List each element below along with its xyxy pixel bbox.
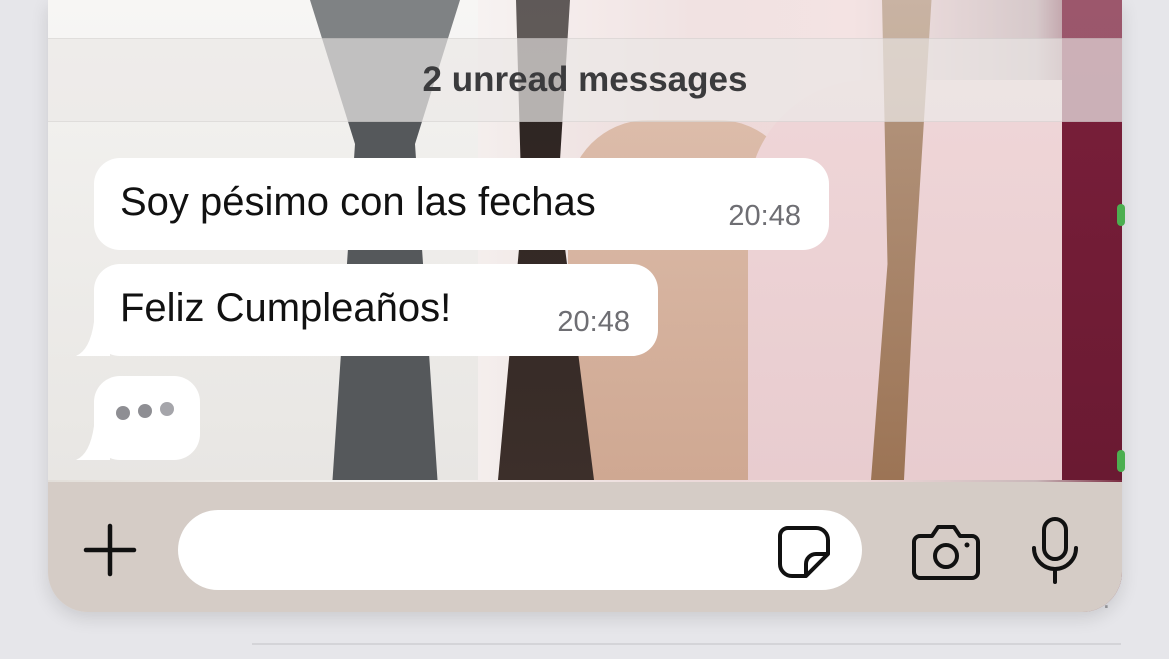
message-text: Feliz Cumpleaños!: [120, 286, 452, 330]
list-divider: [252, 643, 1121, 645]
status-indicator: [1117, 450, 1125, 472]
typing-indicator: [94, 376, 200, 460]
message-time: 20:48: [557, 306, 630, 338]
message-bubble[interactable]: Soy pésimo con las fechas 20:48: [94, 158, 829, 250]
top-frost: [48, 0, 1122, 38]
typing-dots: [116, 402, 174, 420]
sticker-button[interactable]: [776, 524, 832, 580]
camera-button[interactable]: [910, 522, 982, 582]
typing-dot: [138, 404, 152, 418]
screen: ... 2 unread messages Soy pésimo con las…: [0, 0, 1169, 659]
chat-preview-card[interactable]: 2 unread messages Soy pésimo con las fec…: [48, 0, 1122, 612]
unread-banner: 2 unread messages: [48, 38, 1122, 122]
microphone-icon: [1032, 517, 1078, 584]
message-bubble[interactable]: Feliz Cumpleaños! 20:48: [94, 264, 658, 356]
attach-button[interactable]: [78, 518, 142, 582]
sticker-icon: [778, 526, 830, 578]
typing-dot: [160, 402, 174, 416]
typing-dot: [116, 406, 130, 420]
unread-banner-text: 2 unread messages: [422, 60, 748, 99]
composer-bar: [48, 482, 1122, 612]
message-time: 20:48: [728, 200, 801, 232]
status-indicator: [1117, 204, 1125, 226]
microphone-button[interactable]: [1028, 516, 1082, 586]
message-input[interactable]: [178, 510, 862, 590]
plus-icon: [83, 523, 137, 577]
message-text: Soy pésimo con las fechas: [120, 180, 596, 224]
camera-icon: [912, 525, 980, 580]
